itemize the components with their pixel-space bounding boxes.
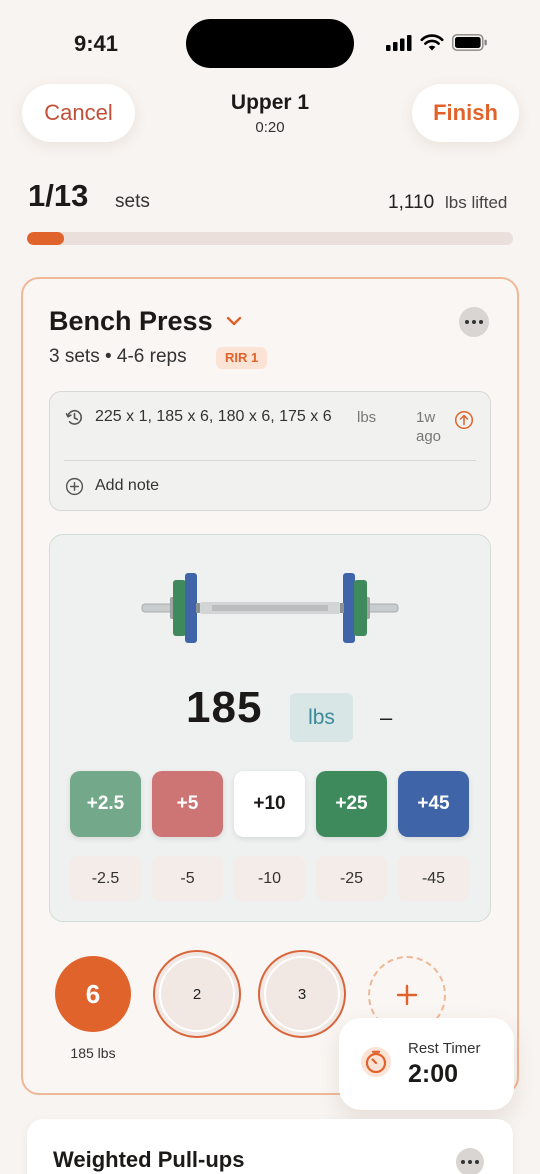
set-3-button[interactable]: 3	[258, 950, 346, 1038]
unit-toggle-button[interactable]: lbs	[290, 693, 353, 742]
battery-icon	[452, 34, 487, 51]
add-5-button[interactable]: +5	[152, 771, 223, 837]
timer-icon	[361, 1047, 391, 1077]
exercise-more-button[interactable]	[459, 307, 489, 337]
add-25-button[interactable]: +25	[316, 771, 387, 837]
add-2.5-button[interactable]: +2.5	[70, 771, 141, 837]
exercise-name[interactable]: Bench Press	[49, 306, 213, 337]
add-circle-icon[interactable]	[65, 477, 84, 496]
rest-timer-label: Rest Timer	[408, 1040, 481, 1057]
lbs-lifted-label: lbs lifted	[445, 193, 508, 212]
history-sets: 225 x 1, 185 x 6, 180 x 6, 175 x 6	[95, 408, 332, 425]
dot	[472, 320, 476, 324]
lbs-lifted-value: 1,110	[388, 192, 435, 213]
status-icons	[386, 34, 488, 51]
add-10-button[interactable]: +10	[234, 771, 305, 837]
add-note-button[interactable]: Add note	[95, 477, 159, 495]
history-unit: lbs	[357, 409, 377, 426]
sets-progress-count: 1/13	[28, 178, 89, 213]
plus-icon	[396, 984, 418, 1006]
dot	[475, 1160, 479, 1164]
history-ago: 1w ago	[416, 409, 442, 445]
workout-progress-fill	[27, 232, 65, 245]
wifi-icon	[420, 34, 444, 51]
subtract-5-button[interactable]: -5	[152, 856, 223, 901]
signal-icon	[386, 34, 412, 51]
add-45-button[interactable]: +45	[398, 771, 469, 837]
next-exercise-more-button[interactable]	[456, 1148, 484, 1174]
weight-dash: –	[380, 705, 393, 730]
chevron-down-icon[interactable]	[226, 315, 242, 327]
dot	[465, 320, 469, 324]
rir-badge: RIR 1	[216, 347, 268, 369]
dot	[461, 1160, 465, 1164]
set-2-button[interactable]: 2	[153, 950, 241, 1038]
set-1-button[interactable]: 6	[55, 956, 131, 1032]
arrow-up-circle-icon[interactable]	[454, 410, 474, 430]
divider	[64, 460, 476, 461]
workout-progress-bar	[27, 232, 513, 245]
dynamic-island	[186, 19, 354, 68]
subtract-45-button[interactable]: -45	[398, 856, 469, 901]
subtract-2.5-button[interactable]: -2.5	[70, 856, 141, 901]
set-1-weight: 185 lbs	[70, 1045, 116, 1061]
status-time: 9:41	[74, 31, 119, 56]
sets-progress-label: sets	[115, 191, 150, 212]
dot	[468, 1160, 472, 1164]
exercise-meta: 3 sets • 4-6 reps	[49, 346, 187, 367]
history-icon	[65, 409, 82, 425]
subtract-25-button[interactable]: -25	[316, 856, 387, 901]
barbell-icon	[141, 573, 399, 643]
weight-value[interactable]: 185	[186, 683, 262, 733]
status-bar: 9:41	[0, 0, 540, 88]
finish-button[interactable]: Finish	[412, 84, 519, 142]
next-exercise-name: Weighted Pull-ups	[53, 1147, 245, 1172]
dot	[479, 320, 483, 324]
rest-timer-value: 2:00	[408, 1060, 459, 1088]
subtract-10-button[interactable]: -10	[234, 856, 305, 901]
